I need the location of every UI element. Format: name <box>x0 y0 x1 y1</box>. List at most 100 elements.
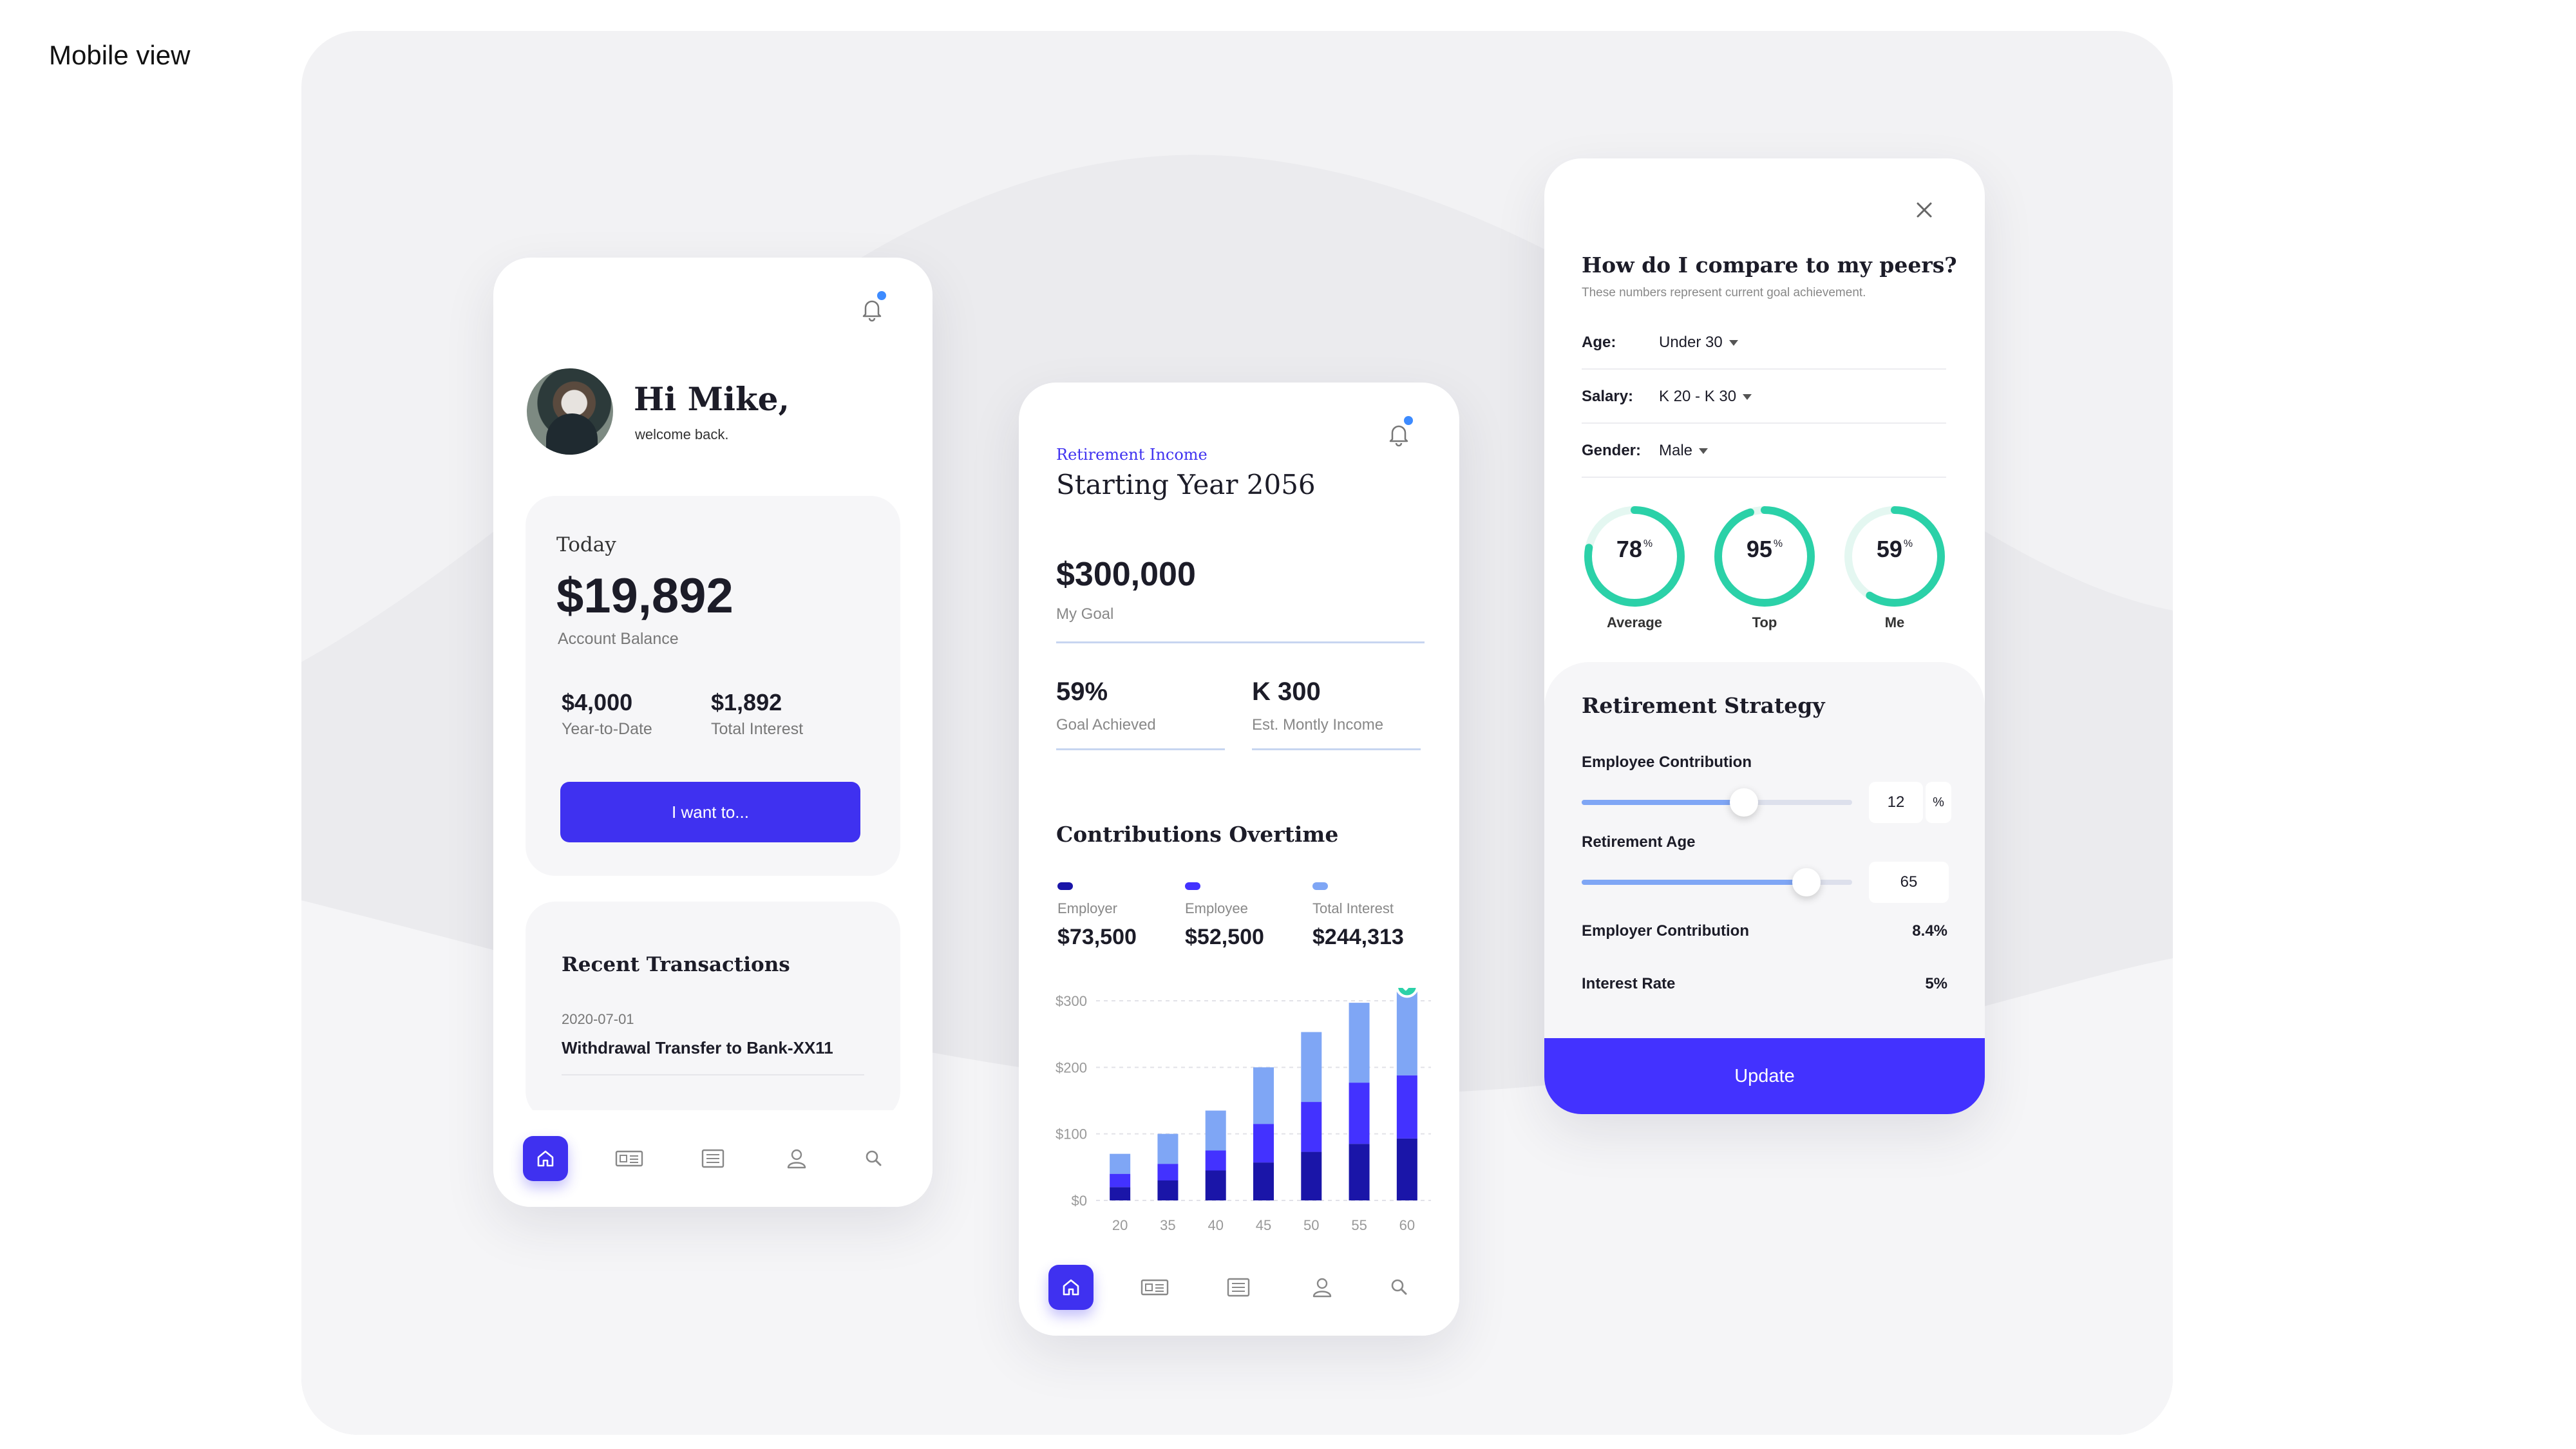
page-label: Mobile view <box>49 40 191 70</box>
ytd-label: Year-to-Date <box>562 720 652 738</box>
me-gauge-value: 59 <box>1876 536 1902 562</box>
monthly-income-label: Est. Montly Income <box>1252 716 1384 734</box>
interest-legend-value: $244,313 <box>1312 925 1404 949</box>
card-icon[interactable] <box>607 1136 652 1181</box>
employee-contribution-fill <box>1582 800 1744 805</box>
bar-segment-employee <box>1301 1102 1322 1152</box>
top-gauge-unit: % <box>1773 538 1783 549</box>
balance-panel: Today $19,892 Account Balance $4,000 Yea… <box>526 496 900 876</box>
x-tick-label: 45 <box>1256 1217 1271 1233</box>
gender-filter-dropdown[interactable]: Male <box>1659 442 1709 460</box>
avatar[interactable] <box>527 368 613 455</box>
average-gauge-unit: % <box>1643 538 1653 549</box>
home-icon[interactable] <box>523 1136 568 1181</box>
bar-segment-total-interest <box>1253 1067 1274 1124</box>
x-tick-label: 50 <box>1303 1217 1319 1233</box>
account-balance-value: $19,892 <box>556 569 734 623</box>
retirement-age-handle[interactable] <box>1792 868 1821 896</box>
chevron-down-icon <box>1728 340 1738 346</box>
update-button[interactable]: Update <box>1544 1038 1985 1114</box>
bar-segment-employer <box>1110 1187 1131 1200</box>
chevron-down-icon <box>1699 448 1709 455</box>
bar-segment-employee <box>1253 1124 1274 1163</box>
profile-icon[interactable] <box>774 1136 819 1181</box>
goal-achieved-divider <box>1056 748 1225 750</box>
profile-icon[interactable] <box>1300 1265 1345 1310</box>
home-screen-card: Hi Mike, welcome back. Today $19,892 Acc… <box>493 258 933 1207</box>
bar-segment-employer <box>1205 1170 1226 1200</box>
close-icon[interactable] <box>1910 196 1938 224</box>
top-gauge-value: 95 <box>1746 536 1772 562</box>
age-filter-value: Under 30 <box>1659 334 1723 351</box>
employer-contribution-label: Employer Contribution <box>1582 922 1749 940</box>
notification-bell-icon[interactable] <box>858 291 886 323</box>
bar-segment-total-interest <box>1205 1110 1226 1151</box>
card-icon[interactable] <box>1132 1265 1177 1310</box>
top-gauge-label: Top <box>1752 614 1777 630</box>
x-tick-label: 20 <box>1112 1217 1128 1233</box>
retirement-age-input[interactable]: 65 <box>1869 862 1949 903</box>
salary-filter-dropdown[interactable]: K 20 - K 30 <box>1659 388 1752 406</box>
me-gauge: 59% <box>1838 500 1951 613</box>
y-tick-label: $200 <box>1056 1059 1087 1075</box>
bar-segment-total-interest <box>1157 1133 1179 1164</box>
gender-filter-value: Male <box>1659 442 1693 459</box>
retirement-strategy-title: Retirement Strategy <box>1582 693 1825 718</box>
employee-contribution-handle[interactable] <box>1730 788 1758 817</box>
list-icon[interactable] <box>1216 1265 1261 1310</box>
notification-bell-icon[interactable] <box>1385 416 1413 448</box>
employee-contribution-input[interactable]: 12 <box>1869 782 1923 823</box>
bar-segment-total-interest <box>1349 1003 1370 1083</box>
x-tick-label: 35 <box>1160 1217 1175 1233</box>
bar-segment-employer <box>1396 1138 1417 1200</box>
bar-segment-employer <box>1253 1162 1274 1200</box>
y-tick-label: $300 <box>1056 993 1087 1009</box>
bar-segment-total-interest <box>1110 1153 1131 1174</box>
me-gauge-label: Me <box>1884 614 1905 630</box>
employee-contribution-slider[interactable] <box>1582 788 1852 817</box>
average-gauge: 78% <box>1578 500 1691 613</box>
y-tick-label: $100 <box>1056 1126 1087 1142</box>
transaction-date: 2020-07-01 <box>562 1011 634 1027</box>
bar-segment-employee <box>1110 1173 1131 1188</box>
interest-legend-label: Total Interest <box>1312 900 1394 916</box>
employee-legend-label: Employee <box>1185 900 1248 916</box>
goal-achieved-value: 59% <box>1056 677 1108 706</box>
bar-segment-total-interest <box>1396 988 1417 1075</box>
goal-achieved-label: Goal Achieved <box>1056 716 1156 734</box>
total-interest-value: $1,892 <box>711 689 782 715</box>
top-gauge: 95% <box>1708 500 1821 613</box>
goal-label: My Goal <box>1056 605 1114 623</box>
retirement-age-fill <box>1582 880 1806 885</box>
retirement-income-card: Retirement Income Starting Year 2056 $30… <box>1019 383 1459 1336</box>
x-tick-label: 55 <box>1351 1217 1367 1233</box>
x-tick-label: 40 <box>1208 1217 1223 1233</box>
transaction-description[interactable]: Withdrawal Transfer to Bank-XX11 <box>562 1038 833 1058</box>
employee-contribution-unit: % <box>1926 782 1951 823</box>
peer-comparison-card: How do I compare to my peers? These numb… <box>1544 158 1985 1114</box>
list-icon[interactable] <box>690 1136 735 1181</box>
interest-legend-swatch <box>1312 882 1328 890</box>
retirement-age-label: Retirement Age <box>1582 833 1696 851</box>
search-icon[interactable] <box>1377 1265 1422 1310</box>
peer-comparison-title: How do I compare to my peers? <box>1582 252 1957 278</box>
chevron-down-icon <box>1743 394 1752 401</box>
search-icon[interactable] <box>851 1136 896 1181</box>
age-filter-dropdown[interactable]: Under 30 <box>1659 334 1738 352</box>
retirement-age-slider[interactable] <box>1582 868 1852 896</box>
recent-transactions-title: Recent Transactions <box>562 953 790 976</box>
bar-segment-employer <box>1349 1144 1370 1200</box>
home-icon[interactable] <box>1048 1265 1094 1310</box>
filter-divider <box>1582 477 1946 478</box>
i-want-to-button[interactable]: I want to... <box>560 782 860 842</box>
age-filter-label: Age: <box>1582 334 1616 351</box>
employee-contribution-label: Employee Contribution <box>1582 753 1752 771</box>
greeting-subtitle: welcome back. <box>635 426 729 442</box>
salary-filter-label: Salary: <box>1582 388 1634 405</box>
transaction-divider <box>562 1074 864 1075</box>
employee-legend-value: $52,500 <box>1185 925 1264 949</box>
bar-segment-employee <box>1396 1075 1417 1139</box>
y-tick-label: $0 <box>1072 1193 1087 1209</box>
today-label: Today <box>556 533 616 556</box>
bar-segment-employee <box>1157 1164 1179 1180</box>
